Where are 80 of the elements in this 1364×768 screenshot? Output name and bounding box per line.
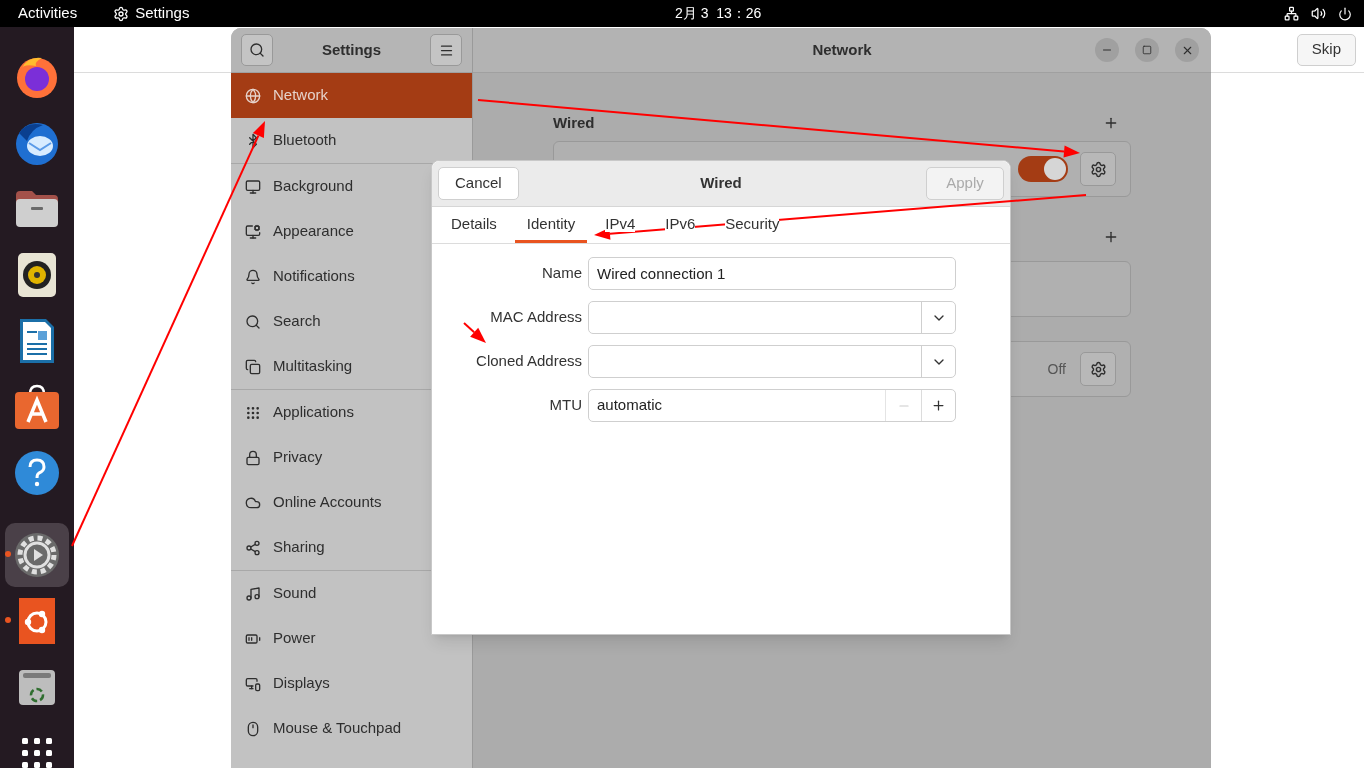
sidebar-item[interactable]: Multitasking [231,344,472,389]
status-label: Off [1047,359,1066,379]
folder-icon [14,189,60,229]
menu-icon [438,42,454,58]
window-title: Network [812,39,872,60]
sidebar-title: Settings [320,39,383,60]
tab[interactable]: Security [713,207,792,243]
annotation-arrow [463,322,486,343]
sidebar-item[interactable]: Search [231,299,472,344]
sidebar-item[interactable]: Displays [231,661,472,706]
text-field[interactable]: Wired connection 1 [588,257,956,290]
lock-icon [245,449,261,466]
field-label: Name [541,263,583,284]
sidebar-item[interactable]: Network [231,73,472,118]
maximize-icon [1142,45,1152,55]
search-button[interactable] [241,34,273,66]
tab[interactable]: IPv6 [653,207,708,243]
search-icon [249,42,265,58]
sidebar-item[interactable]: Online Accounts [231,480,472,525]
app-menu[interactable]: Settings [135,2,190,25]
sidebar-item[interactable]: Power [231,616,472,661]
tab[interactable]: Details [439,207,509,243]
minimize-button[interactable] [1095,38,1119,62]
settings-button[interactable] [1080,352,1116,386]
field-label: Cloned Address [475,351,583,372]
activities-button[interactable]: Activities [18,2,78,25]
volume-icon[interactable] [1311,6,1326,21]
field-label: MAC Address [489,307,583,328]
bell-icon [245,268,261,285]
cancel-button[interactable]: Cancel [438,167,519,200]
add-icon[interactable] [1103,229,1119,245]
network-icon[interactable] [1284,6,1299,21]
sidebar-item[interactable]: Sharing [231,525,472,570]
settings-icon [14,532,60,578]
skip-button[interactable]: Skip [1296,33,1356,66]
gear-icon [1089,160,1107,178]
spin-field[interactable]: automatic [588,389,956,422]
share-icon [245,539,261,556]
sidebar-item[interactable]: Bluetooth [231,118,472,163]
tab[interactable]: Identity [514,207,588,243]
tab[interactable]: IPv4 [593,207,648,243]
mouse-icon [245,720,261,737]
combo-field[interactable] [588,301,956,334]
grid-icon [245,404,261,421]
app-grid-icon [21,737,53,768]
help-icon [14,450,60,496]
gear-icon [1089,360,1107,378]
menu-button[interactable] [430,34,462,66]
monitor-icon [245,178,261,195]
document-icon [18,317,56,365]
maximize-button[interactable] [1135,38,1159,62]
sidebar-item[interactable]: Applications [231,390,472,435]
speaker-icon [17,252,57,298]
toggle-switch[interactable] [1018,156,1068,182]
windows-icon [245,358,261,375]
sidebar-item[interactable]: Privacy [231,435,472,480]
spin-value: automatic [596,395,664,416]
combo-field[interactable] [588,345,956,378]
dialog-title: Wired [700,173,742,194]
music-note-icon [245,585,261,602]
add-icon[interactable] [1103,115,1119,131]
field-label: MTU [548,395,583,416]
clock[interactable]: 2月 3 13：26 [675,3,762,24]
close-button[interactable] [1175,38,1199,62]
settings-icon [113,5,130,22]
sidebar-item[interactable]: Mouse & Touchpad [231,706,472,751]
dock-item[interactable] [5,523,69,587]
logo-icon [19,598,55,644]
monitor-icon [245,223,261,240]
monitor-icon [245,675,261,692]
section-title: Wired [553,112,595,133]
search-icon [245,313,261,330]
power-icon[interactable] [1338,6,1352,21]
shopping-bag-icon [14,384,60,430]
sidebar-item[interactable]: Notifications [231,254,472,299]
settings-button[interactable] [1080,152,1116,186]
plus-icon[interactable] [931,398,946,413]
globe-icon [245,87,261,104]
sidebar-item[interactable]: Sound [231,571,472,616]
trash-icon [18,669,56,705]
